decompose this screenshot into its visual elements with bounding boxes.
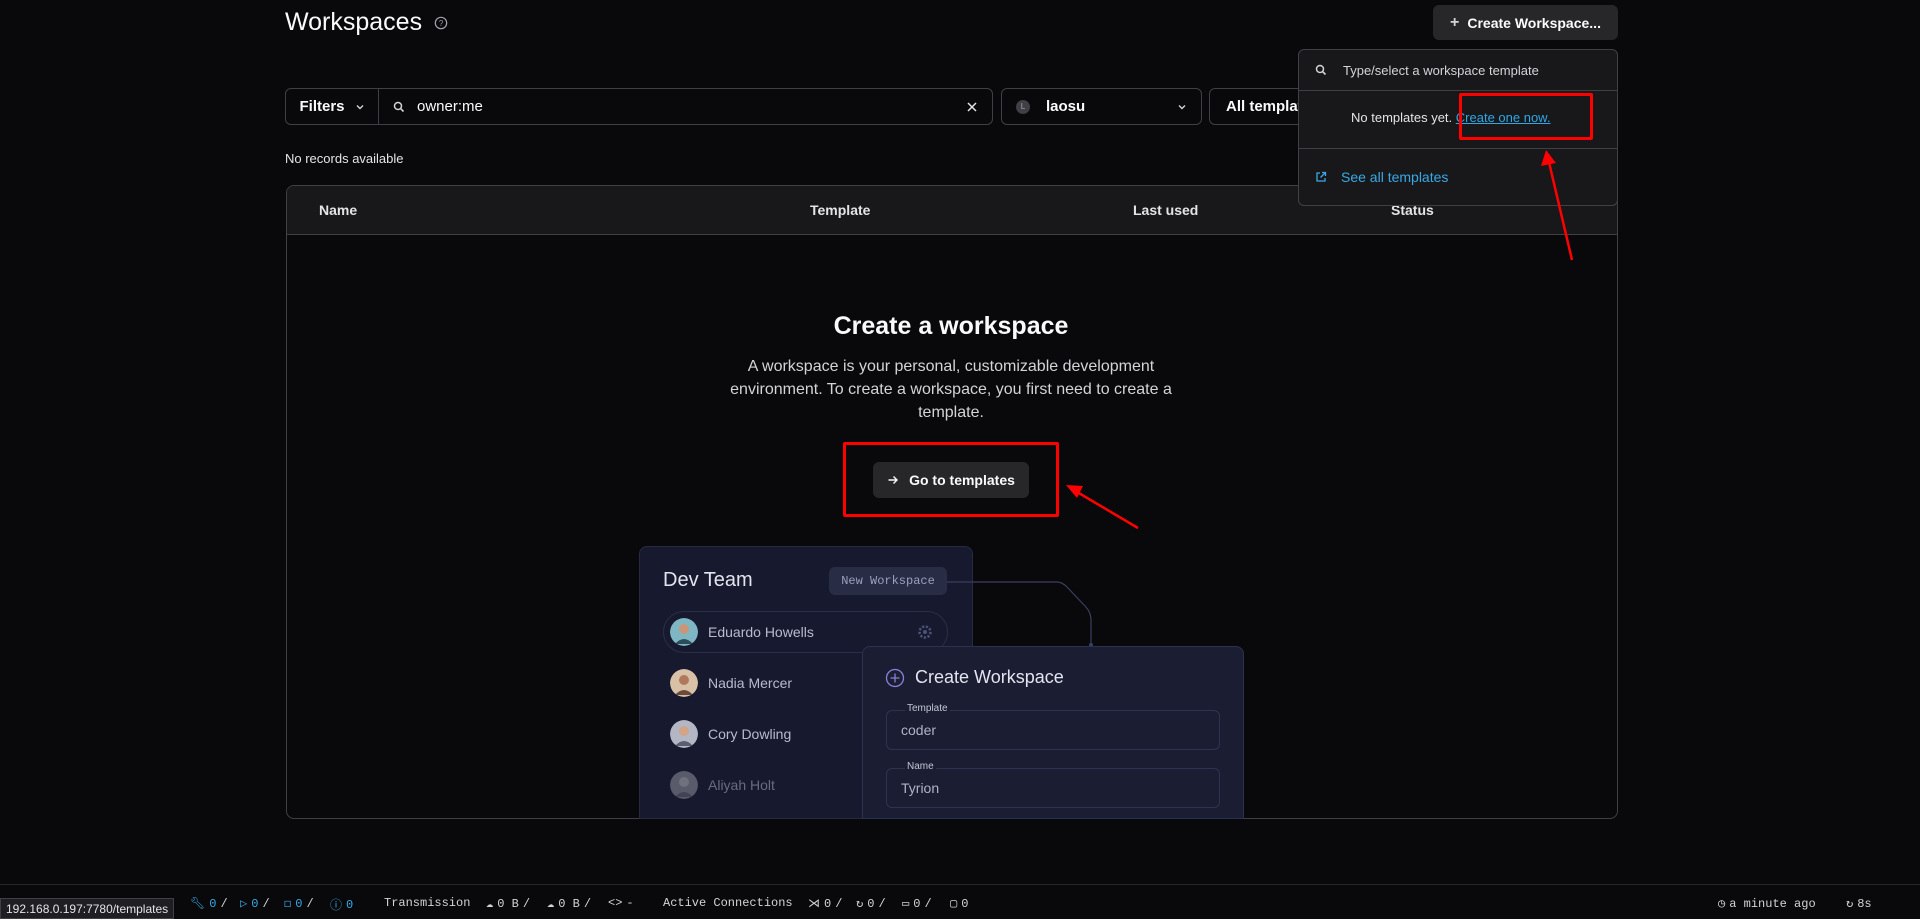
- avatar: [670, 669, 698, 697]
- member-name: Eduardo Howells: [708, 624, 814, 640]
- search-input[interactable]: [417, 98, 954, 115]
- column-template: Template: [810, 202, 871, 218]
- status-count-1: 🔧︎ 0/: [190, 896, 228, 912]
- annotation-box-go-to-templates: [843, 442, 1059, 517]
- see-all-templates-label: See all templates: [1341, 169, 1449, 185]
- see-all-templates-link[interactable]: See all templates: [1315, 169, 1448, 185]
- rate-stat: <> -: [608, 896, 634, 910]
- transmission-label: Transmission: [384, 896, 471, 910]
- member-name: Aliyah Holt: [708, 777, 775, 793]
- illustration-new-workspace-chip: New Workspace: [829, 567, 947, 595]
- refresh-interval[interactable]: ↻ 8s: [1846, 896, 1872, 912]
- play-icon: ▷: [240, 897, 248, 911]
- connections-stat-4: ▢ 0: [950, 896, 969, 912]
- search-icon: [1315, 64, 1327, 76]
- search-icon: [393, 101, 405, 112]
- refresh-icon: ↻: [856, 897, 864, 911]
- refresh-icon: ↻: [1846, 897, 1854, 911]
- chevron-down-icon: [356, 104, 363, 109]
- column-last-used: Last used: [1133, 202, 1199, 218]
- search-field[interactable]: [378, 88, 993, 125]
- user-select[interactable]: L laosu: [1001, 88, 1202, 125]
- status-count-3: ◻ 0/: [284, 896, 314, 912]
- clock-icon: ◷: [1718, 897, 1726, 911]
- avatar: [670, 618, 698, 646]
- window-icon: ▢: [950, 897, 958, 911]
- avatar: [670, 771, 698, 799]
- filters-button[interactable]: Filters: [285, 88, 379, 125]
- terminal-icon: ▭: [902, 897, 910, 911]
- empty-state-description: A workspace is your personal, customizab…: [730, 358, 1172, 421]
- square-icon: ◻: [284, 897, 292, 911]
- annotation-box-create-link: [1459, 93, 1593, 140]
- avatar: L: [1016, 99, 1030, 114]
- plus-circle-icon: [885, 668, 905, 687]
- template-select-value: All templat: [1226, 98, 1299, 115]
- connections-stat-1: ⋊ 0/: [808, 896, 843, 912]
- status-count-2: ▷ 0/: [240, 896, 270, 912]
- avatar: [670, 720, 698, 748]
- gear-icon: [918, 625, 932, 639]
- active-connections-label: Active Connections: [663, 896, 793, 910]
- records-count: No records available: [285, 151, 404, 166]
- illustration-template-value: coder: [901, 722, 937, 738]
- cloud-upload-icon: ☁: [486, 897, 494, 911]
- member-name: Nadia Mercer: [708, 675, 793, 691]
- connections-stat-2: ↻ 0/: [856, 896, 886, 912]
- create-workspace-label: Create Workspace...: [1467, 14, 1601, 31]
- illustration-name-label: Name: [905, 761, 936, 772]
- clear-icon[interactable]: [966, 101, 978, 113]
- vscode-icon: ⋊: [808, 897, 820, 911]
- cloud-download-icon: ☁: [547, 897, 555, 911]
- illustration-team-title: Dev Team: [663, 569, 753, 591]
- filters-label: Filters: [299, 98, 345, 115]
- divider: [1299, 148, 1617, 149]
- status-count-4: ⓘ 0: [330, 897, 354, 914]
- illustration-create-title-text: Create Workspace: [915, 667, 1064, 687]
- upload-stat: ☁ 0 B /: [486, 896, 531, 912]
- no-templates-text: No templates yet.: [1351, 110, 1453, 125]
- svg-text:?: ?: [439, 19, 444, 28]
- column-name: Name: [319, 202, 358, 218]
- illustration-connector: [947, 581, 1093, 647]
- illustration-template-field: [886, 710, 1220, 750]
- template-select[interactable]: All templat: [1209, 88, 1299, 125]
- download-stat: ☁ 0 B /: [547, 896, 592, 912]
- help-icon[interactable]: ?: [434, 16, 448, 30]
- illustration-create-title: Create Workspace: [885, 667, 1064, 688]
- url-tooltip: 192.168.0.197:7780/templates: [0, 898, 175, 919]
- last-update: ◷ a minute ago: [1718, 896, 1816, 912]
- template-search-field[interactable]: Type/select a workspace template: [1299, 50, 1617, 91]
- external-link-icon: [1316, 171, 1327, 182]
- empty-state-title: Create a workspace: [833, 312, 1069, 340]
- illustration-template-label: Template: [905, 703, 950, 714]
- create-workspace-button[interactable]: + Create Workspace...: [1433, 5, 1618, 40]
- connections-stat-3: ▭ 0/: [902, 896, 932, 912]
- member-name: Cory Dowling: [708, 726, 792, 742]
- template-search-placeholder: Type/select a workspace template: [1343, 62, 1539, 78]
- illustration-name-value: Tyrion: [901, 780, 940, 796]
- code-icon: <>: [608, 896, 623, 910]
- page-title: Workspaces: [285, 8, 423, 36]
- plus-icon: +: [1450, 13, 1460, 31]
- user-select-value: laosu: [1046, 98, 1086, 115]
- status-bar: 🔧︎ 0/ ▷ 0/ ◻ 0/ ⓘ 0 Transmission ☁ 0 B / ☁ 0 B /…: [0, 884, 1920, 919]
- info-icon: ⓘ: [330, 899, 343, 913]
- chevron-down-icon: [1178, 104, 1186, 109]
- wrench-icon: 🔧︎: [190, 897, 206, 911]
